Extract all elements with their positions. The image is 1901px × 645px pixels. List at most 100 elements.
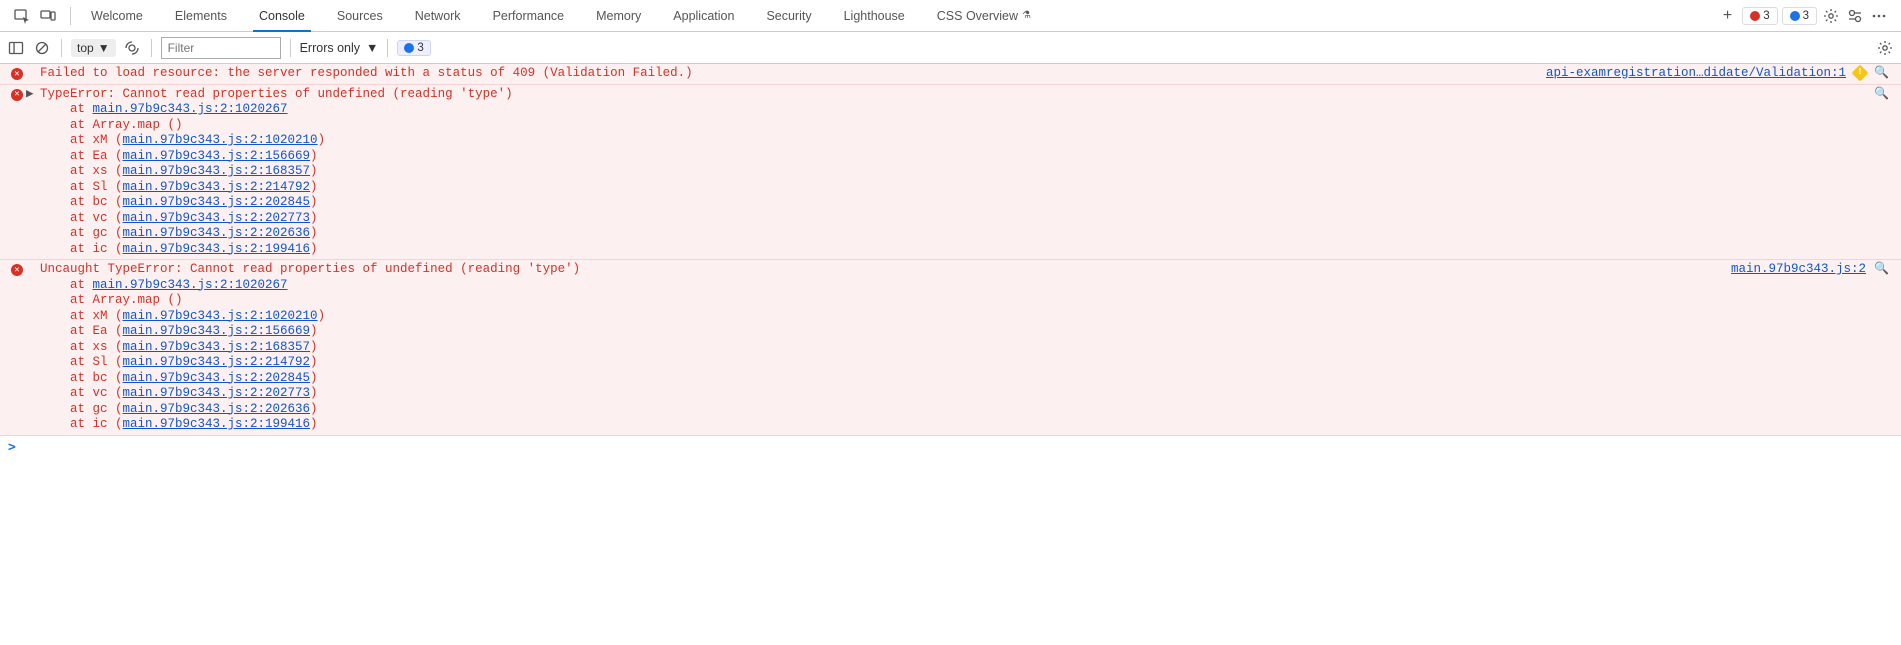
stack-frame: at Array.map () xyxy=(70,118,1874,134)
toolbar-issues-badge[interactable]: 3 xyxy=(397,40,430,56)
source-link[interactable]: main.97b9c343.js:2:168357 xyxy=(123,340,311,354)
tab-welcome[interactable]: Welcome xyxy=(75,0,159,32)
source-link[interactable]: main.97b9c343.js:2:202636 xyxy=(123,402,311,416)
stack-frame: at main.97b9c343.js:2:1020267 xyxy=(70,102,1874,118)
source-link[interactable]: main.97b9c343.js:2:1020210 xyxy=(123,133,318,147)
source-link[interactable]: main.97b9c343.js:2:1020210 xyxy=(123,309,318,323)
error-icon: ✕ xyxy=(11,264,23,276)
error-count-badge[interactable]: 3 xyxy=(1742,7,1777,25)
source-link[interactable]: main.97b9c343.js:2:156669 xyxy=(123,149,311,163)
console-input-row[interactable]: > xyxy=(0,436,1901,459)
stack-frame: at Sl (main.97b9c343.js:2:214792) xyxy=(70,355,1731,371)
error-icon: ✕ xyxy=(11,68,23,80)
tab-security[interactable]: Security xyxy=(750,0,827,32)
device-toolbar-icon[interactable] xyxy=(38,6,58,26)
inspect-element-icon[interactable] xyxy=(12,6,32,26)
log-level-select[interactable]: Errors only ▼ xyxy=(300,41,379,55)
source-link[interactable]: main.97b9c343.js:2:202636 xyxy=(123,226,311,240)
stack-trace: at main.97b9c343.js:2:1020267at Array.ma… xyxy=(40,102,1874,257)
live-expression-icon[interactable] xyxy=(122,38,142,58)
source-link[interactable]: main.97b9c343.js:2:1020267 xyxy=(93,102,288,116)
tab-lighthouse[interactable]: Lighthouse xyxy=(828,0,921,32)
error-icon: ✕ xyxy=(11,89,23,101)
tab-application[interactable]: Application xyxy=(657,0,750,32)
tab-css-overview[interactable]: CSS Overview⚗ xyxy=(921,0,1047,32)
stack-frame: at xs (main.97b9c343.js:2:168357) xyxy=(70,164,1874,180)
source-link[interactable]: main.97b9c343.js:2:1020267 xyxy=(93,278,288,292)
source-link[interactable]: api-examregistration…didate/Validation:1 xyxy=(1546,66,1846,82)
source-link[interactable]: main.97b9c343.js:2:168357 xyxy=(123,164,311,178)
source-link[interactable]: main.97b9c343.js:2:202845 xyxy=(123,195,311,209)
toggle-sidebar-icon[interactable] xyxy=(6,38,26,58)
customize-icon[interactable] xyxy=(1845,6,1865,26)
console-toolbar: top ▼ Errors only ▼ 3 xyxy=(0,32,1901,64)
source-link[interactable]: main.97b9c343.js:2 xyxy=(1731,262,1866,278)
source-link[interactable]: main.97b9c343.js:2:214792 xyxy=(123,355,311,369)
console-settings-icon[interactable] xyxy=(1875,38,1895,58)
tab-sources[interactable]: Sources xyxy=(321,0,399,32)
source-link[interactable]: main.97b9c343.js:2:199416 xyxy=(123,242,311,256)
stack-frame: at bc (main.97b9c343.js:2:202845) xyxy=(70,371,1731,387)
tab-bar-right: 3 3 xyxy=(1742,6,1897,26)
message-text: Failed to load resource: the server resp… xyxy=(40,66,693,80)
stack-frame: at gc (main.97b9c343.js:2:202636) xyxy=(70,402,1731,418)
tab-console[interactable]: Console xyxy=(243,0,321,32)
magnifier-icon[interactable]: 🔍 xyxy=(1874,87,1889,103)
tab-memory[interactable]: Memory xyxy=(580,0,657,32)
stack-frame: at xM (main.97b9c343.js:2:1020210) xyxy=(70,133,1874,149)
stack-frame: at main.97b9c343.js:2:1020267 xyxy=(70,278,1731,294)
stack-frame: at Ea (main.97b9c343.js:2:156669) xyxy=(70,324,1731,340)
separator xyxy=(387,39,388,57)
separator xyxy=(290,39,291,57)
stack-frame: at xM (main.97b9c343.js:2:1020210) xyxy=(70,309,1731,325)
source-link[interactable]: main.97b9c343.js:2:156669 xyxy=(123,324,311,338)
chevron-down-icon: ▼ xyxy=(366,41,378,55)
console-output: ✕ Failed to load resource: the server res… xyxy=(0,64,1901,436)
stack-frame: at vc (main.97b9c343.js:2:202773) xyxy=(70,211,1874,227)
chevron-down-icon: ▼ xyxy=(98,41,110,55)
stack-frame: at Ea (main.97b9c343.js:2:156669) xyxy=(70,149,1874,165)
warning-icon: ! xyxy=(1852,65,1869,82)
message-text: Uncaught TypeError: Cannot read properti… xyxy=(40,262,580,276)
tab-elements[interactable]: Elements xyxy=(159,0,243,32)
stack-frame: at gc (main.97b9c343.js:2:202636) xyxy=(70,226,1874,242)
issues-count-badge[interactable]: 3 xyxy=(1782,7,1817,25)
error-count-text: 3 xyxy=(1763,10,1769,22)
separator xyxy=(70,7,71,25)
message-source: 🔍 xyxy=(1874,87,1895,258)
source-link[interactable]: main.97b9c343.js:2:202773 xyxy=(123,211,311,225)
execution-context-select[interactable]: top ▼ xyxy=(71,39,116,57)
tab-network[interactable]: Network xyxy=(399,0,477,32)
log-level-label: Errors only xyxy=(300,41,360,55)
console-message: ✕ Uncaught TypeError: Cannot read propert… xyxy=(0,260,1901,436)
more-tabs-button[interactable]: + xyxy=(1713,7,1742,25)
settings-icon[interactable] xyxy=(1821,6,1841,26)
stack-frame: at Sl (main.97b9c343.js:2:214792) xyxy=(70,180,1874,196)
stack-frame: at Array.map () xyxy=(70,293,1731,309)
tab-performance[interactable]: Performance xyxy=(477,0,581,32)
issues-count-text: 3 xyxy=(1803,10,1809,22)
message-text: TypeError: Cannot read properties of und… xyxy=(40,87,513,101)
experimental-icon: ⚗ xyxy=(1022,10,1031,21)
stack-frame: at xs (main.97b9c343.js:2:168357) xyxy=(70,340,1731,356)
source-link[interactable]: main.97b9c343.js:2:214792 xyxy=(123,180,311,194)
source-link[interactable]: main.97b9c343.js:2:199416 xyxy=(123,417,311,431)
separator xyxy=(61,39,62,57)
clear-console-icon[interactable] xyxy=(32,38,52,58)
stack-frame: at vc (main.97b9c343.js:2:202773) xyxy=(70,386,1731,402)
message-source: api-examregistration…didate/Validation:1… xyxy=(1546,66,1895,82)
source-link[interactable]: main.97b9c343.js:2:202845 xyxy=(123,371,311,385)
expand-arrow-icon[interactable]: ▶ xyxy=(26,87,40,258)
context-label: top xyxy=(77,41,94,55)
stack-trace: at main.97b9c343.js:2:1020267at Array.ma… xyxy=(40,278,1731,433)
prompt-caret-icon: > xyxy=(8,440,16,455)
tab-bar-left-icons xyxy=(4,6,66,26)
panel-tabs: WelcomeElementsConsoleSourcesNetworkPerf… xyxy=(75,0,1713,32)
magnifier-icon[interactable]: 🔍 xyxy=(1874,66,1889,82)
source-link[interactable]: main.97b9c343.js:2:202773 xyxy=(123,386,311,400)
filter-input[interactable] xyxy=(161,37,281,59)
magnifier-icon[interactable]: 🔍 xyxy=(1874,262,1889,278)
stack-frame: at ic (main.97b9c343.js:2:199416) xyxy=(70,417,1731,433)
more-options-icon[interactable] xyxy=(1869,6,1889,26)
message-source: main.97b9c343.js:2 🔍 xyxy=(1731,262,1895,433)
